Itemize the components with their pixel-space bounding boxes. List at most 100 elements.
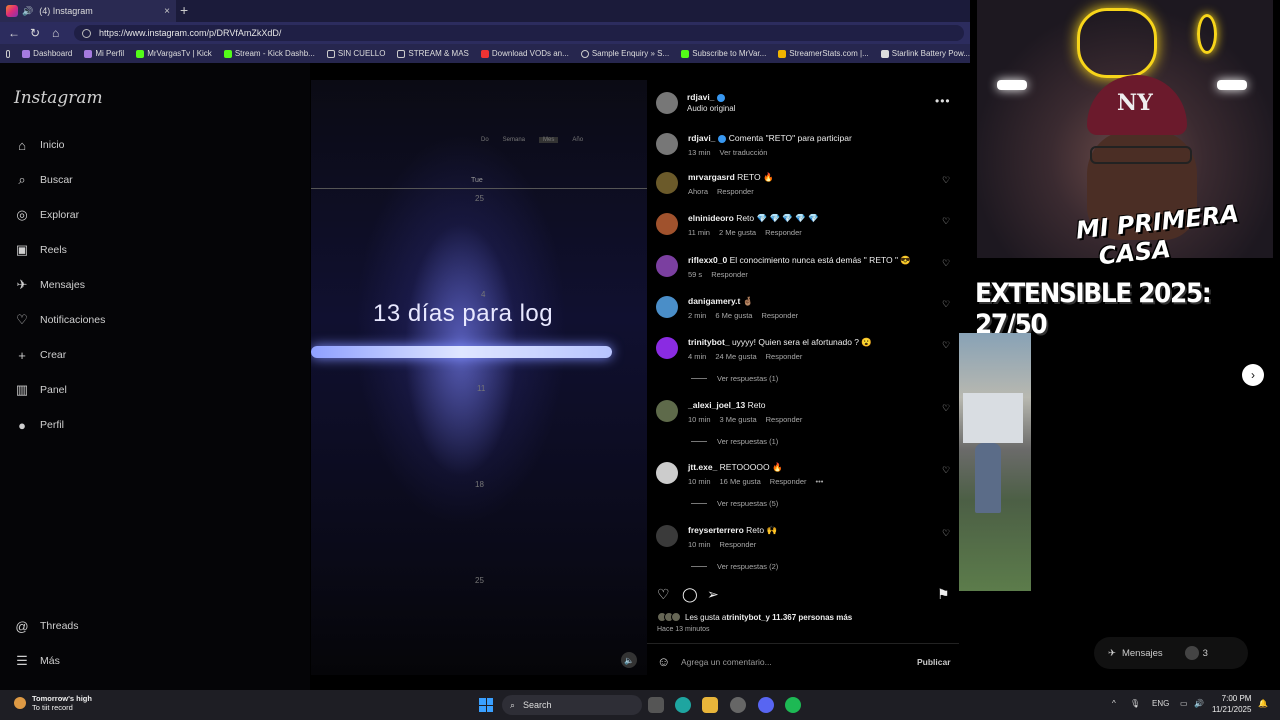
discord-icon[interactable] bbox=[758, 697, 774, 713]
comment-input[interactable]: Agrega un comentario... bbox=[681, 657, 772, 667]
site-info-icon[interactable] bbox=[82, 28, 91, 38]
sidebar-item-perfil[interactable]: ● Perfil bbox=[14, 417, 64, 433]
view-replies-link[interactable]: Ver respuestas (5) bbox=[691, 499, 778, 508]
sidebar-item-reels[interactable]: ▣ Reels bbox=[14, 242, 67, 258]
bookmark-streamerstats[interactable]: StreamerStats.com |... bbox=[778, 49, 869, 58]
bookmark-subscribe[interactable]: Subscribe to MrVar... bbox=[681, 49, 766, 58]
avatar[interactable] bbox=[656, 133, 678, 155]
instagram-logo[interactable]: Instagram bbox=[14, 88, 103, 108]
sidebar-item-more[interactable]: ☰ Más bbox=[14, 653, 60, 669]
volume-icon[interactable]: 🔊 bbox=[1194, 699, 1204, 708]
reply-link[interactable]: Responder bbox=[770, 477, 807, 486]
microphone-icon[interactable]: 🎙 bbox=[1130, 699, 1140, 708]
messages-pill[interactable]: ✈ Mensajes 3 bbox=[1094, 637, 1248, 669]
new-tab-button[interactable]: + bbox=[180, 2, 188, 18]
comment-user[interactable]: jtt.exe_ bbox=[688, 462, 717, 472]
network-icon[interactable]: ▭ bbox=[1180, 699, 1188, 708]
reply-link[interactable]: Responder bbox=[711, 270, 748, 279]
view-replies-link[interactable]: Ver respuestas (2) bbox=[691, 562, 778, 571]
bookmark-mi-perfil[interactable]: Mi Perfil bbox=[84, 49, 124, 58]
share-icon[interactable]: ➢ bbox=[707, 586, 719, 603]
browser-tab-instagram[interactable]: 🔊 (4) Instagram × bbox=[0, 0, 176, 22]
likes-summary[interactable]: Les gusta a trinitybot_ y 11.367 persona… bbox=[657, 612, 852, 622]
spotify-icon[interactable] bbox=[785, 697, 801, 713]
view-replies-link[interactable]: Ver respuestas (1) bbox=[691, 437, 778, 446]
next-post-thumbnail[interactable] bbox=[959, 333, 1031, 591]
avatar[interactable] bbox=[656, 296, 678, 318]
reel-video[interactable]: Do Semana Mes Año Tue 25 4 11 18 25 13 d… bbox=[311, 80, 647, 675]
notification-icon[interactable]: 🔔 bbox=[1258, 699, 1268, 708]
language-indicator[interactable]: ENG bbox=[1152, 699, 1169, 708]
comment-user[interactable]: rdjavi_ bbox=[688, 133, 715, 143]
avatar[interactable] bbox=[656, 525, 678, 547]
avatar[interactable] bbox=[656, 213, 678, 235]
bookmark-stream-mas[interactable]: STREAM & MAS bbox=[397, 49, 469, 58]
like-icon[interactable]: ♡ bbox=[657, 586, 670, 603]
mute-button[interactable]: 🔈 bbox=[621, 652, 637, 668]
avatar[interactable] bbox=[656, 337, 678, 359]
audio-label[interactable]: Audio original bbox=[687, 104, 735, 113]
reply-link[interactable]: Responder bbox=[720, 540, 757, 549]
like-comment-icon[interactable]: ♡ bbox=[942, 403, 950, 414]
weather-widget[interactable]: Tomorrow's high To tiit record bbox=[14, 694, 92, 712]
likes-suffix[interactable]: y 11.367 personas más bbox=[765, 613, 852, 622]
home-icon[interactable]: ⌂ bbox=[52, 26, 59, 40]
bookmark-dashboard[interactable]: Dashboard bbox=[22, 49, 72, 58]
comment-user[interactable]: danigamery.t bbox=[688, 296, 740, 306]
reply-link[interactable]: Responder bbox=[766, 415, 803, 424]
comment-likes[interactable]: 6 Me gusta bbox=[715, 311, 752, 320]
taskbar-search[interactable]: ⌕ Search bbox=[502, 695, 642, 715]
reply-link[interactable]: Responder bbox=[761, 311, 798, 320]
translate-link[interactable]: Ver traducción bbox=[720, 148, 768, 157]
bookmark-kick[interactable]: MrVargasTv | Kick bbox=[136, 49, 212, 58]
sidebar-item-inicio[interactable]: ⌂ Inicio bbox=[14, 137, 64, 153]
comment-likes[interactable]: 3 Me gusta bbox=[720, 415, 757, 424]
bookmark-sample-enquiry[interactable]: Sample Enquiry » S... bbox=[580, 49, 669, 58]
comment-more-icon[interactable]: ••• bbox=[816, 477, 824, 486]
sidebar-item-mensajes[interactable]: ✈ Mensajes bbox=[14, 277, 85, 293]
comment-user[interactable]: mrvargasrd bbox=[688, 172, 735, 182]
file-explorer-icon[interactable] bbox=[702, 697, 718, 713]
like-comment-icon[interactable]: ♡ bbox=[942, 299, 950, 310]
like-comment-icon[interactable]: ♡ bbox=[942, 528, 950, 539]
tray-chevron-icon[interactable]: ^ bbox=[1112, 699, 1116, 708]
comment-icon[interactable]: ◯ bbox=[682, 586, 698, 603]
sidebar-item-crear[interactable]: + Crear bbox=[14, 347, 66, 363]
edge-icon[interactable] bbox=[675, 697, 691, 713]
author-name[interactable]: rdjavi_ bbox=[687, 92, 714, 102]
author-avatar[interactable] bbox=[656, 92, 678, 114]
sidebar-item-threads[interactable]: @ Threads bbox=[14, 618, 78, 634]
emoji-icon[interactable]: ☺ bbox=[657, 654, 670, 669]
avatar[interactable] bbox=[656, 255, 678, 277]
bookmark-sin-cuello[interactable]: SIN CUELLO bbox=[326, 49, 385, 58]
avatar[interactable] bbox=[656, 172, 678, 194]
bookmark-starlink[interactable]: Starlink Battery Pow... bbox=[880, 49, 970, 58]
reload-icon[interactable]: ↻ bbox=[30, 26, 40, 40]
task-view-icon[interactable] bbox=[648, 697, 664, 713]
more-options-icon[interactable]: ••• bbox=[935, 94, 951, 108]
next-arrow-button[interactable]: › bbox=[1242, 364, 1264, 386]
sidebar-item-explorar[interactable]: ◎ Explorar bbox=[14, 207, 79, 223]
close-tab-icon[interactable]: × bbox=[164, 6, 170, 17]
avatar[interactable] bbox=[656, 400, 678, 422]
obs-icon[interactable] bbox=[730, 697, 746, 713]
address-bar[interactable]: https://www.instagram.com/p/DRVfAmZkXdD/ bbox=[74, 25, 964, 41]
sidebar-item-notificaciones[interactable]: ♡ Notificaciones bbox=[14, 312, 105, 328]
taskbar-clock[interactable]: 7:00 PM 11/21/2025 bbox=[1212, 693, 1251, 715]
like-comment-icon[interactable]: ♡ bbox=[942, 465, 950, 476]
reply-link[interactable]: Responder bbox=[717, 187, 754, 196]
publish-button[interactable]: Publicar bbox=[917, 657, 951, 667]
comment-likes[interactable]: 16 Me gusta bbox=[720, 477, 761, 486]
like-comment-icon[interactable]: ♡ bbox=[942, 175, 950, 186]
comment-user[interactable]: freyserterrero bbox=[688, 525, 744, 535]
comment-likes[interactable]: 24 Me gusta bbox=[715, 352, 756, 361]
like-comment-icon[interactable]: ♡ bbox=[942, 258, 950, 269]
comment-likes[interactable]: 2 Me gusta bbox=[719, 228, 756, 237]
reply-link[interactable]: Responder bbox=[765, 228, 802, 237]
comment-user[interactable]: _alexi_joel_13 bbox=[688, 400, 745, 410]
like-comment-icon[interactable]: ♡ bbox=[942, 216, 950, 227]
windows-start-icon[interactable] bbox=[479, 698, 493, 712]
sidebar-item-panel[interactable]: ▥ Panel bbox=[14, 382, 67, 398]
avatar[interactable] bbox=[656, 462, 678, 484]
sidebar-item-buscar[interactable]: ⌕ Buscar bbox=[14, 172, 72, 188]
